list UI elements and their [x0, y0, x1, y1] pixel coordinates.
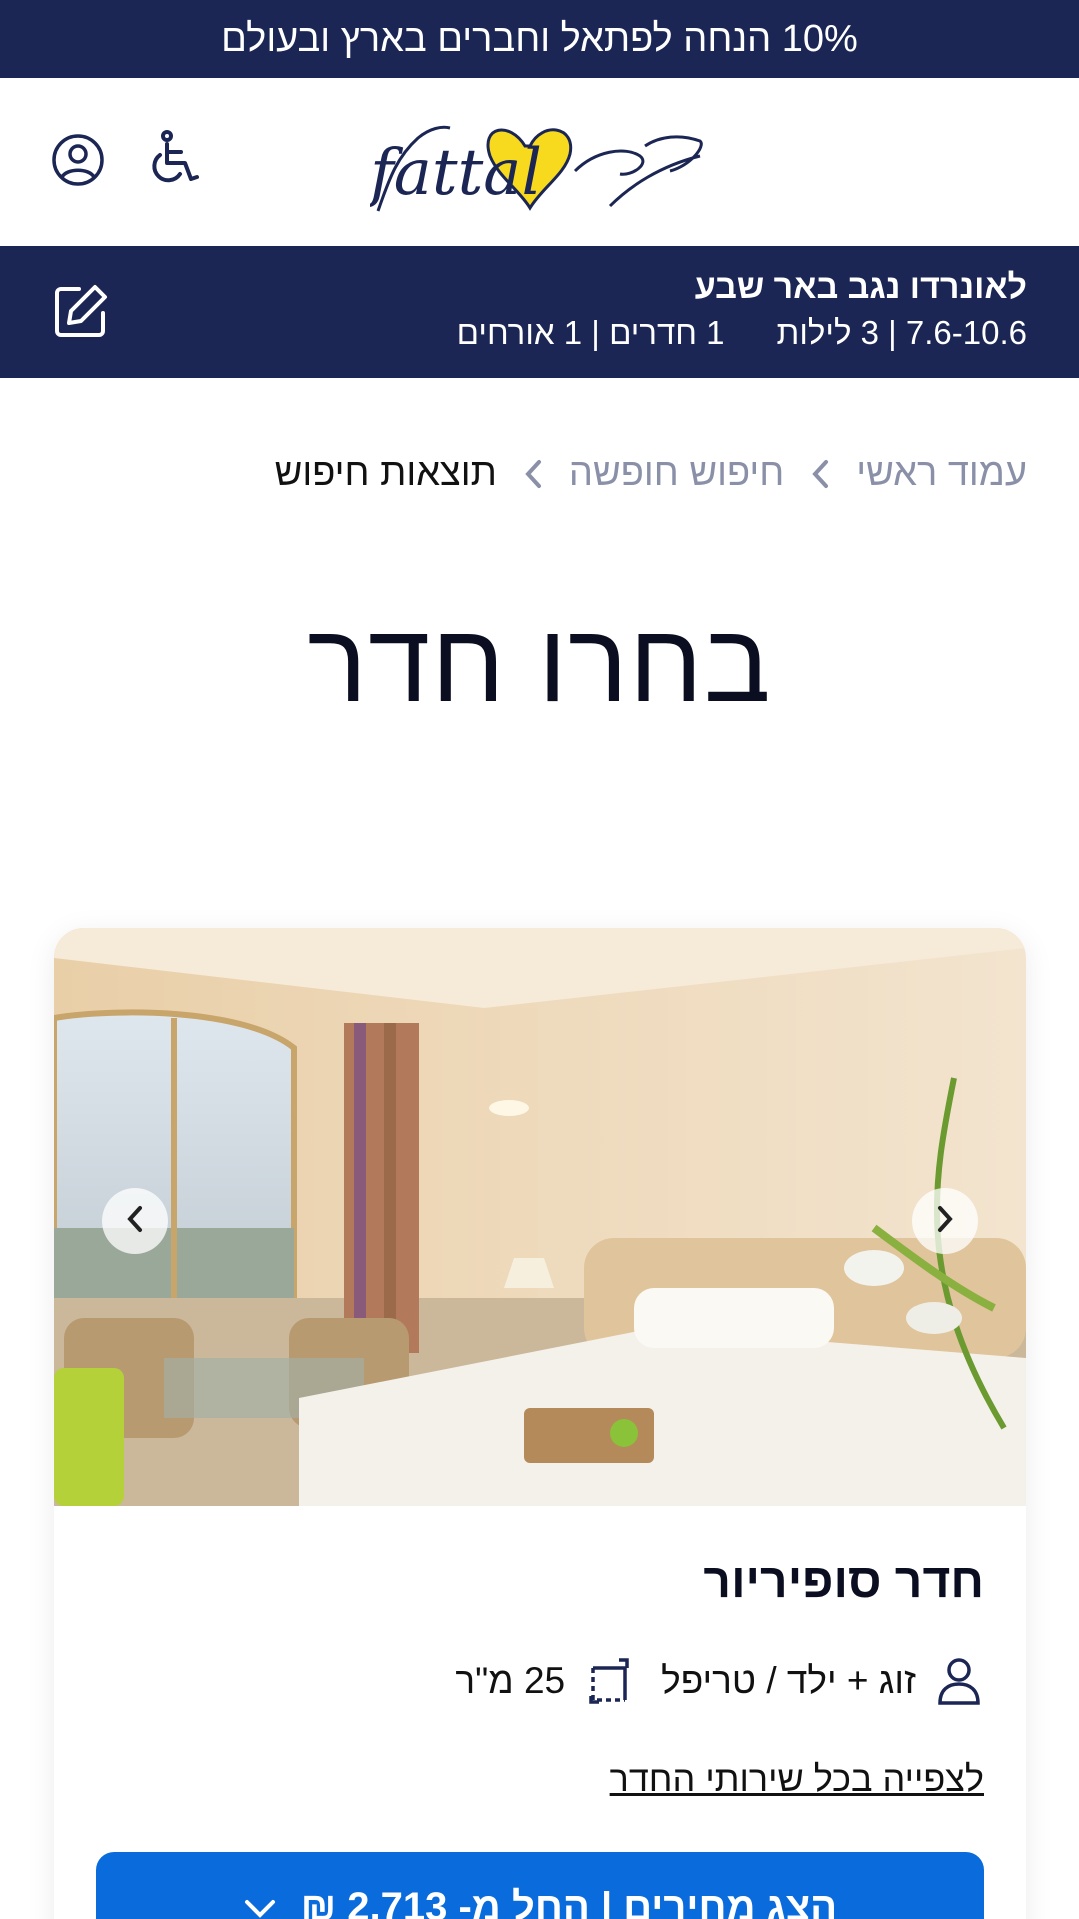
logo-text: fattal — [370, 136, 542, 210]
chevron-left-icon — [523, 457, 543, 491]
room-card: חדר סופיריור זוג + ילד / טריפל 25 מ"ר לצ… — [54, 928, 1026, 1919]
search-nights: 3 לילות — [776, 314, 879, 351]
chevron-down-icon — [243, 1885, 277, 1919]
chevron-left-icon — [123, 1204, 147, 1239]
promo-text: 10% הנחה לפתאל וחברים בארץ ובעולם — [221, 17, 858, 60]
room-size-text: 25 מ"ר — [455, 1660, 566, 1701]
hotel-name: לאונרדו נגב באר שבע — [694, 268, 1027, 306]
site-header: fattal — [0, 78, 1079, 246]
carousel-next-button[interactable] — [912, 1188, 978, 1254]
separator: | — [582, 314, 610, 351]
user-circle-icon — [51, 133, 105, 192]
search-summary: לאונרדו נגב באר שבע 7.6-10.6 | 3 לילות 1… — [0, 246, 1079, 378]
person-icon — [934, 1656, 984, 1706]
breadcrumb: עמוד ראשי חיפוש חופשה תוצאות חיפוש — [275, 452, 1027, 495]
separator: | — [878, 314, 906, 351]
accessibility-button[interactable] — [142, 128, 206, 192]
show-offers-button[interactable]: הצג מחירים | החל מ- 2,713 ₪ — [96, 1852, 984, 1919]
offers-label: הצג מחירים | החל מ- 2,713 ₪ — [300, 1884, 838, 1919]
page-title: בחרו חדר — [307, 600, 772, 725]
search-rooms: 1 חדרים — [609, 314, 725, 351]
account-button[interactable] — [46, 130, 110, 194]
size-feature: 25 מ"ר — [455, 1656, 637, 1706]
edit-icon — [51, 281, 111, 346]
chevron-right-icon — [933, 1204, 957, 1239]
room-size-icon — [587, 1656, 637, 1706]
room-amenities-link[interactable]: לצפייה בכל שירותי החדר — [610, 1758, 984, 1800]
chevron-left-icon — [810, 457, 830, 491]
room-name: חדר סופיריור — [703, 1555, 984, 1608]
breadcrumb-search[interactable]: חיפוש חופשה — [569, 452, 784, 495]
promo-banner[interactable]: 10% הנחה לפתאל וחברים בארץ ובעולם — [0, 0, 1079, 78]
occupancy-feature: זוג + ילד / טריפל — [661, 1656, 984, 1706]
room-photo — [54, 928, 1026, 1506]
carousel-prev-button[interactable] — [102, 1188, 168, 1254]
occupancy-text: זוג + ילד / טריפל — [661, 1660, 916, 1701]
breadcrumb-current: תוצאות חיפוש — [274, 452, 497, 494]
edit-search-button[interactable] — [48, 280, 114, 346]
search-dates: 7.6-10.6 — [905, 314, 1027, 351]
search-details: 7.6-10.6 | 3 לילות 1 חדרים | 1 אורחים — [457, 314, 1027, 352]
room-features: זוג + ילד / טריפל 25 מ"ר — [455, 1656, 984, 1706]
accessibility-icon — [145, 129, 203, 192]
search-guests: 1 אורחים — [456, 314, 583, 351]
breadcrumb-home[interactable]: עמוד ראשי — [856, 452, 1027, 495]
fattal-logo[interactable]: fattal — [366, 116, 710, 216]
